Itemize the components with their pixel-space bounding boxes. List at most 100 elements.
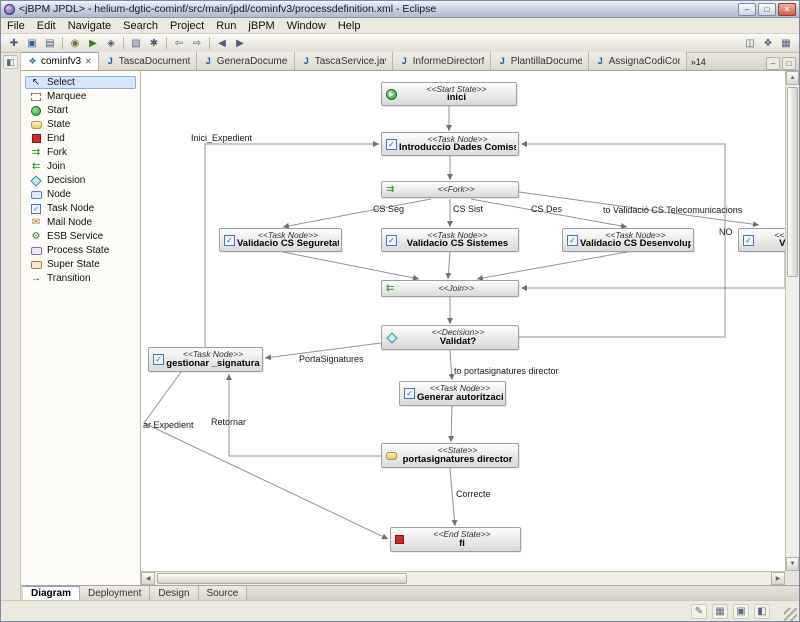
- horizontal-scroll-thumb[interactable]: [157, 573, 407, 584]
- open-perspective-icon[interactable]: ◫: [741, 35, 759, 51]
- scroll-right-icon[interactable]: ▶: [771, 572, 785, 585]
- smart-insert-icon[interactable]: ▦: [712, 604, 728, 619]
- editor-tab[interactable]: InformeDirectorMailH: [393, 52, 491, 70]
- progress-icon[interactable]: ◧: [754, 604, 770, 619]
- edge-desenvolupament-to-join[interactable]: [477, 252, 627, 279]
- heap-status-icon[interactable]: ▣: [733, 604, 749, 619]
- writable-icon[interactable]: ✎: [691, 604, 707, 619]
- print-icon[interactable]: ▤: [41, 35, 59, 51]
- process-diagram-canvas[interactable]: <<Start State>>inici <<Task Node>>Introd…: [141, 71, 785, 571]
- vertical-scrollbar[interactable]: ▲ ▼: [785, 71, 799, 571]
- palette-item[interactable]: State: [25, 118, 136, 131]
- edge-label-to-portasignatures-director: to portasignatures director: [454, 366, 559, 376]
- horizontal-scroll-track[interactable]: [155, 572, 771, 585]
- previous-annotation-icon[interactable]: ⇦: [170, 35, 188, 51]
- new-wizard-icon[interactable]: ✚: [5, 35, 23, 51]
- editor-tab[interactable]: TascaDocumentsContro: [99, 52, 197, 70]
- node-fork[interactable]: <<Fork>>: [381, 181, 519, 198]
- close-tab-icon[interactable]: ✕: [85, 57, 92, 66]
- edge-portasignatures-to-gestionar[interactable]: [229, 374, 381, 456]
- horizontal-scrollbar[interactable]: ◀ ▶: [141, 571, 785, 585]
- palette-item[interactable]: Decision: [25, 174, 136, 187]
- node-end-fi[interactable]: <<End State>>fi: [390, 527, 521, 552]
- maximize-window-button[interactable]: □: [758, 3, 776, 16]
- next-annotation-icon[interactable]: ⇨: [188, 35, 206, 51]
- vertical-scroll-thumb[interactable]: [787, 87, 798, 277]
- toolbar-separator: [123, 37, 124, 50]
- palette-item[interactable]: Marquee: [25, 90, 136, 103]
- palette-item[interactable]: Mail Node: [25, 216, 136, 229]
- editor-tab[interactable]: GeneraDocumentHandle: [197, 52, 295, 70]
- fast-view-icon[interactable]: ◧: [3, 55, 18, 69]
- palette-item[interactable]: Transition: [25, 272, 136, 285]
- node-join[interactable]: <<Join>>: [381, 280, 519, 297]
- page-tab[interactable]: Diagram: [23, 586, 80, 600]
- menu-item[interactable]: Window: [281, 20, 332, 32]
- minimize-window-button[interactable]: –: [738, 3, 756, 16]
- minimize-editor-icon[interactable]: –: [766, 57, 780, 70]
- run-icon[interactable]: ▶: [84, 35, 102, 51]
- window-titlebar[interactable]: <jBPM JPDL> - helium-dgtic-cominf/src/ma…: [1, 1, 799, 18]
- page-tab[interactable]: Source: [199, 586, 248, 600]
- menu-item[interactable]: Edit: [31, 20, 62, 32]
- editor-tab[interactable]: AssignaCodiComissioH: [589, 52, 687, 70]
- node-task-gestionar-signatura[interactable]: <<Task Node>>gestionar _signatura: [148, 347, 263, 372]
- node-decision-validat[interactable]: <<Decision>>Validat?: [381, 325, 519, 350]
- edge-generar-to-portasignatures[interactable]: [451, 406, 452, 442]
- node-state-portasignatures[interactable]: <<State>>portasignatures director: [381, 443, 519, 468]
- palette-item[interactable]: Select: [25, 76, 136, 89]
- palette-item[interactable]: Join: [25, 160, 136, 173]
- edge-telecomunicacions-to-join[interactable]: [521, 252, 785, 288]
- palette-item[interactable]: Fork: [25, 146, 136, 159]
- menu-item[interactable]: Search: [117, 20, 164, 32]
- external-tools-icon[interactable]: ◈: [102, 35, 120, 51]
- node-task-validacio-telecomunicacions[interactable]: <<Task Node>>Validació C: [738, 228, 785, 252]
- palette-item[interactable]: ESB Service: [25, 230, 136, 243]
- node-task-validacio-seguretat[interactable]: <<Task Node>>Validacio CS Seguretat: [219, 228, 342, 252]
- menu-item[interactable]: Run: [210, 20, 242, 32]
- edge-seguretat-to-join[interactable]: [283, 252, 419, 279]
- node-task-generar-autoritzacio[interactable]: <<Task Node>>Generar autorització: [399, 381, 506, 406]
- back-icon[interactable]: ◀: [213, 35, 231, 51]
- resize-grip[interactable]: [784, 608, 797, 621]
- new-java-element-icon[interactable]: ▧: [127, 35, 145, 51]
- search-icon[interactable]: ✱: [145, 35, 163, 51]
- node-task-validacio-sistemes[interactable]: <<Task Node>>Validacio CS Sistemes: [381, 228, 519, 252]
- node-start-inici[interactable]: <<Start State>>inici: [381, 82, 517, 106]
- scroll-up-icon[interactable]: ▲: [786, 71, 799, 85]
- menu-item[interactable]: jBPM: [242, 20, 280, 32]
- editor-tab[interactable]: cominfv3 ✕: [21, 52, 99, 70]
- node-task-introduccio[interactable]: <<Task Node>>Introduccio Dades Comissio: [381, 132, 519, 156]
- menu-item[interactable]: Help: [332, 20, 367, 32]
- palette-item[interactable]: End: [25, 132, 136, 145]
- java-perspective-icon[interactable]: ❖: [759, 35, 777, 51]
- save-icon[interactable]: ▣: [23, 35, 41, 51]
- palette-item[interactable]: Node: [25, 188, 136, 201]
- close-window-button[interactable]: ✕: [778, 3, 796, 16]
- forward-icon[interactable]: ▶: [231, 35, 249, 51]
- menu-item[interactable]: Project: [164, 20, 210, 32]
- menu-item[interactable]: Navigate: [62, 20, 117, 32]
- scroll-down-icon[interactable]: ▼: [786, 557, 799, 571]
- page-tab[interactable]: Design: [150, 586, 198, 600]
- palette-item[interactable]: Start: [25, 104, 136, 117]
- editor-tab[interactable]: PlantillaDocumentDao: [491, 52, 589, 70]
- eclipse-window: <jBPM JPDL> - helium-dgtic-cominf/src/ma…: [0, 0, 800, 622]
- edge-fork-to-seguretat[interactable]: [283, 199, 431, 227]
- vertical-scroll-track[interactable]: [786, 85, 799, 557]
- node-task-validacio-desenvolupament[interactable]: <<Task Node>>Validacio CS Desenvolupamen…: [562, 228, 694, 252]
- edge-decision-to-generar[interactable]: [450, 350, 452, 380]
- maximize-editor-icon[interactable]: □: [782, 57, 796, 70]
- edge-portasignatures-to-fi[interactable]: [450, 468, 455, 526]
- palette-item[interactable]: Process State: [25, 244, 136, 257]
- editor-tab-overflow[interactable]: »14: [687, 57, 710, 67]
- palette-item[interactable]: Task Node: [25, 202, 136, 215]
- edge-sistemes-to-join[interactable]: [448, 252, 450, 279]
- debug-icon[interactable]: ◉: [66, 35, 84, 51]
- palette-item[interactable]: Super State: [25, 258, 136, 271]
- scroll-left-icon[interactable]: ◀: [141, 572, 155, 585]
- page-tab[interactable]: Deployment: [80, 586, 150, 600]
- menu-item[interactable]: File: [1, 20, 31, 32]
- editor-tab[interactable]: TascaService.java: [295, 52, 393, 70]
- jbpm-perspective-icon[interactable]: ▦: [777, 35, 795, 51]
